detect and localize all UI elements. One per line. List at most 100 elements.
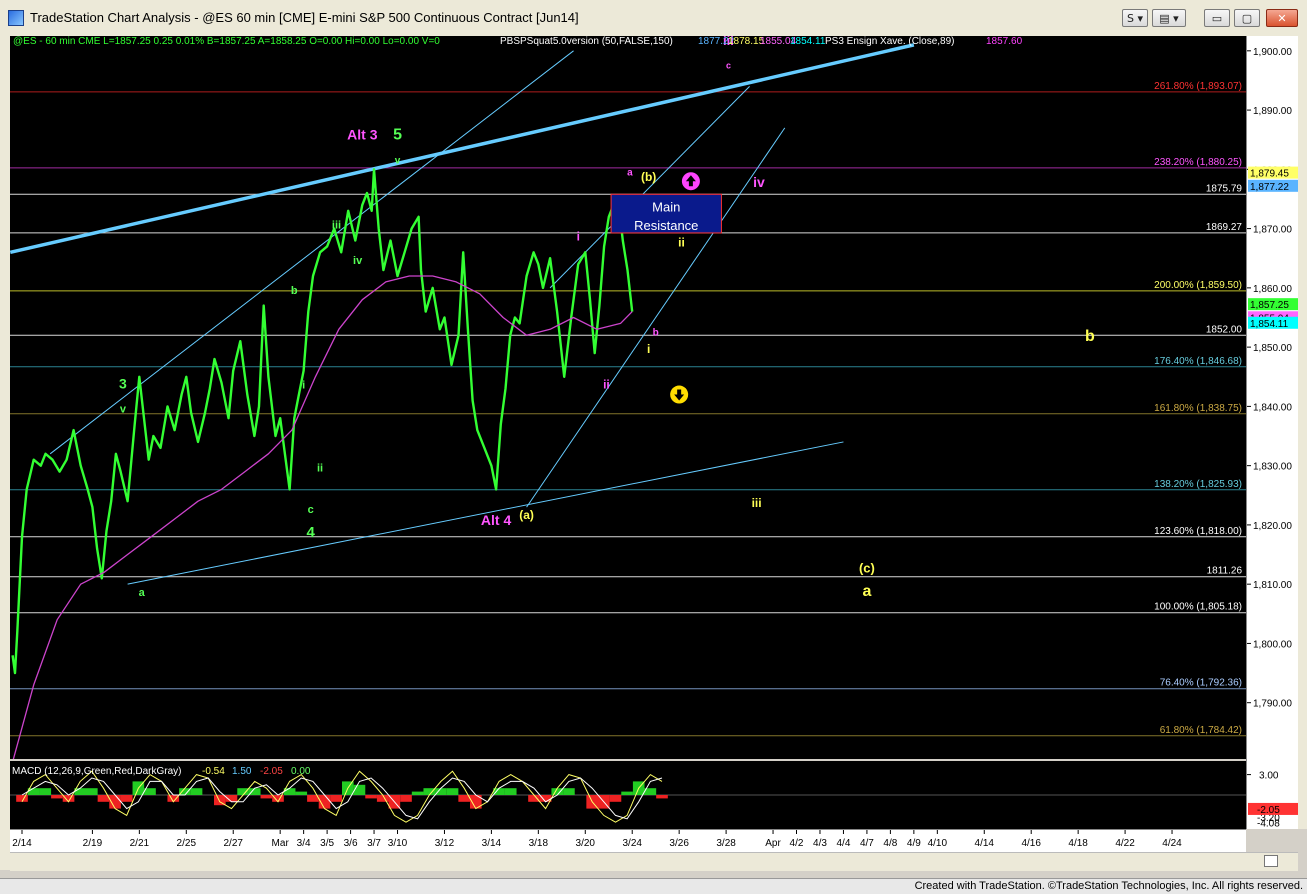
x-tick-label-5: Mar — [272, 838, 290, 849]
x-tick-label-2: 2/21 — [130, 838, 150, 849]
status-bar: Created with TradeStation. ©TradeStation… — [0, 878, 1307, 894]
x-tick-label-15: 3/24 — [622, 838, 642, 849]
fib-label-13: 61.80% (1,784.42) — [1160, 725, 1242, 736]
horizontal-scrollbar[interactable] — [10, 852, 1298, 871]
wave-label-5: b — [291, 285, 298, 297]
macd-hist-bar-35 — [423, 788, 436, 795]
minimize-button[interactable]: ▭ — [1204, 9, 1230, 27]
y-tick-label-10: 1,890.00 — [1253, 106, 1292, 117]
macd-hist-bar-37 — [446, 788, 459, 795]
trendline-1[interactable] — [49, 50, 574, 455]
macd-hist-bar-20 — [248, 788, 261, 795]
wave-label-20: i — [647, 342, 650, 356]
horizontal-scroll-thumb[interactable] — [1264, 855, 1278, 867]
y-tick-label-6: 1,850.00 — [1253, 343, 1292, 354]
macd-hist-bar-44 — [528, 795, 540, 802]
wave-label-7: v — [120, 403, 127, 415]
trendline-0[interactable] — [10, 43, 915, 255]
wave-label-19: ii — [678, 235, 685, 249]
wave-label-15: i — [577, 229, 580, 243]
x-tick-label-14: 3/20 — [576, 838, 596, 849]
macd-hist-bar-36 — [435, 788, 447, 795]
y-tick-label-11: 1,900.00 — [1253, 47, 1292, 58]
x-tick-label-1: 2/19 — [83, 838, 103, 849]
macd-value-4: 0.00 — [291, 766, 311, 777]
fib-label-11: 100.00% (1,805.18) — [1154, 602, 1242, 613]
macd-hist-bar-55 — [656, 795, 668, 799]
close-icon: ✕ — [1277, 11, 1287, 25]
macd-hist-bar-33 — [400, 795, 412, 802]
wave-label-23: c — [726, 61, 731, 71]
trendline-3[interactable] — [526, 127, 786, 508]
x-tick-label-21: 4/4 — [836, 838, 850, 849]
macd-tick-label-0: 3.00 — [1259, 771, 1279, 782]
wave-label-3: iii — [332, 220, 341, 232]
macd-value-2: 1.50 — [232, 766, 252, 777]
window-titlebar: TradeStation Chart Analysis - @ES 60 min… — [0, 0, 1307, 37]
x-tick-label-25: 4/10 — [928, 838, 948, 849]
macd-hist-bar-27 — [330, 795, 342, 802]
macd-legend: MACD (12,26,9,Green,Red,DarkGray) — [12, 766, 182, 777]
resistance-label-2: Resistance — [634, 218, 698, 233]
macd-tag-label-2: -2.05 — [1257, 805, 1280, 816]
macd-hist-bar-21 — [260, 795, 273, 799]
indicator2-legend: PS3 Ensign Xave. (Close,89) — [825, 36, 955, 47]
price-chart[interactable]: 261.80% (1,893.07) 238.20% (1,880.25) 1875… — [10, 36, 1246, 759]
fib-label-0: 261.80% (1,893.07) — [1154, 81, 1242, 92]
time-axis-scale: 2/14 2/19 2/21 2/25 2/27 Mar 3/4 3/5 3/6 3/7 3/10 3… — [12, 830, 1182, 849]
wave-label-1: 5 — [393, 127, 402, 144]
indicator1-legend: PBSPSquat5.0version (50,FALSE,150) — [500, 36, 673, 47]
x-tick-label-23: 4/8 — [883, 838, 897, 849]
x-tick-label-12: 3/14 — [482, 838, 502, 849]
macd-hist-bar-22 — [272, 795, 284, 802]
y-tick-label-4: 1,830.00 — [1253, 462, 1292, 473]
macd-hist-bar-2 — [39, 788, 52, 795]
macd-hist-bar-19 — [237, 788, 249, 795]
trendline-4[interactable] — [549, 86, 750, 289]
time-axis[interactable]: 2/14 2/19 2/21 2/25 2/27 Mar 3/4 3/5 3/6 3/7 3/10 3… — [10, 829, 1246, 853]
grid-menu-button[interactable]: ▤ ▾ — [1152, 9, 1186, 27]
fib-label-12: 76.40% (1,792.36) — [1160, 678, 1242, 689]
x-tick-label-17: 3/28 — [716, 838, 736, 849]
fib-label-7: 161.80% (1,838.75) — [1154, 403, 1242, 414]
wave-label-0: Alt 3 — [347, 127, 378, 143]
fib-label-8: 138.20% (1,825.93) — [1154, 479, 1242, 490]
price-axis-scale: 1,790.00 1,800.00 1,810.00 1,820.00 1,830.00… — [1247, 47, 1298, 829]
fib-label-5: 1852.00 — [1206, 324, 1243, 335]
wave-label-21: b — [653, 327, 659, 338]
price-chart-panel[interactable]: 261.80% (1,893.07) 238.20% (1,880.25) 1875… — [10, 36, 1246, 759]
macd-hist-bar-30 — [365, 795, 377, 799]
x-tick-label-22: 4/7 — [860, 838, 874, 849]
macd-hist-bar-42 — [504, 788, 517, 795]
macd-hist-bar-52 — [621, 791, 633, 795]
wave-label-18: (b) — [641, 170, 656, 184]
price-axis[interactable]: 1,790.00 1,800.00 1,810.00 1,820.00 1,830.00… — [1246, 36, 1299, 829]
wave-label-16: ii — [603, 378, 610, 392]
price-legend: @ES - 60 min CME L=1857.25 0.25 0.01% B=… — [13, 36, 440, 47]
left-frame — [0, 36, 10, 870]
fib-label-4: 200.00% (1,859.50) — [1154, 280, 1242, 291]
wave-label-11: 4 — [307, 524, 316, 541]
symbol-link-button[interactable]: S ▾ — [1122, 9, 1148, 27]
x-tick-label-30: 4/24 — [1162, 838, 1182, 849]
y-tick-label-5: 1,840.00 — [1253, 402, 1292, 413]
wave-label-10: c — [308, 504, 314, 516]
macd-panel[interactable]: MACD (12,26,9,Green,Red,DarkGray) -0.54 … — [10, 761, 1246, 829]
close-button[interactable]: ✕ — [1266, 9, 1298, 27]
x-tick-label-16: 3/26 — [669, 838, 689, 849]
macd-chart[interactable]: MACD (12,26,9,Green,Red,DarkGray) -0.54 … — [10, 761, 1246, 829]
wave-label-27: (c) — [859, 560, 875, 575]
restore-button[interactable]: ▢ — [1234, 9, 1260, 27]
macd-hist-bar-15 — [190, 788, 203, 795]
y-tick-label-3: 1,820.00 — [1253, 521, 1292, 532]
vertical-scrollbar[interactable] — [1298, 36, 1307, 829]
x-tick-label-19: 4/2 — [790, 838, 804, 849]
series-line-0 — [11, 168, 634, 675]
macd-hist-bar-24 — [295, 791, 308, 795]
price-tag-label-4: 1,854.11 — [1250, 319, 1289, 330]
macd-hist-bar-6 — [86, 788, 98, 795]
x-tick-label-28: 4/18 — [1068, 838, 1088, 849]
y-tick-label-7: 1,860.00 — [1253, 284, 1292, 295]
arrow-down-icon — [670, 385, 689, 404]
wave-label-6: 3 — [119, 376, 127, 392]
